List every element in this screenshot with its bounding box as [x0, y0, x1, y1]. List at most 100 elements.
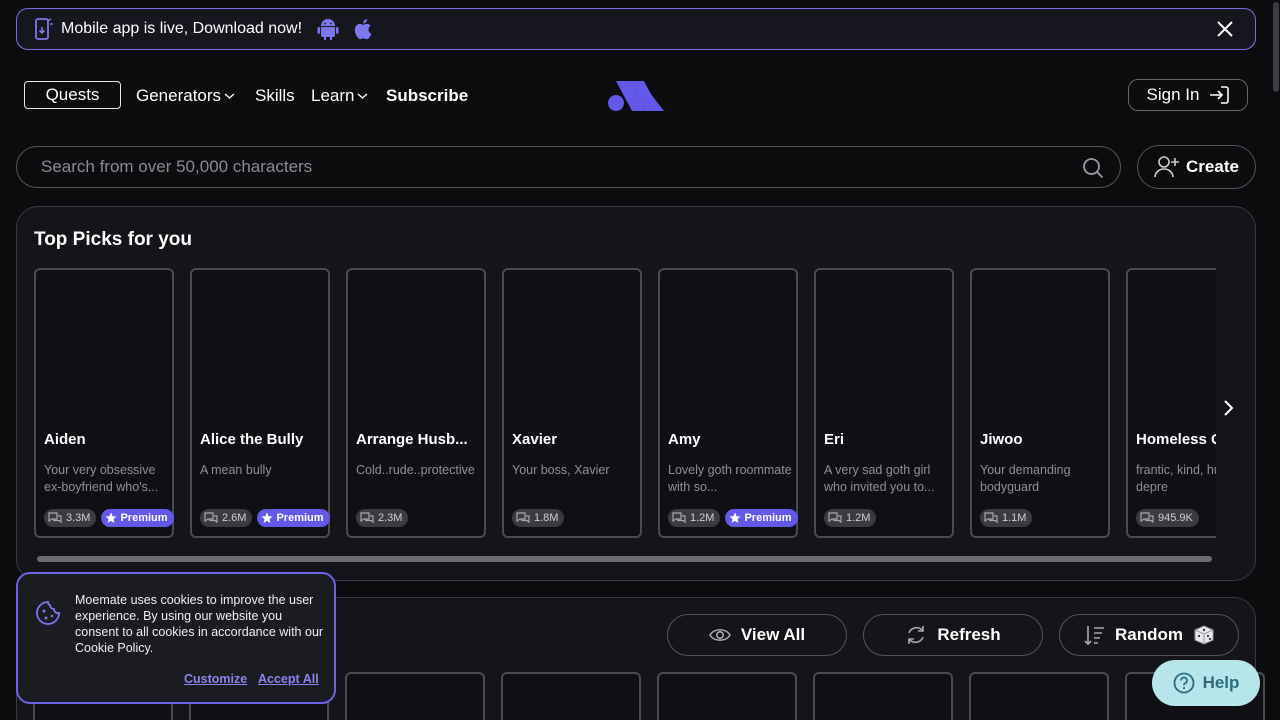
character-card[interactable] [345, 672, 485, 720]
character-carousel: Aiden Your very obsessive ex-boyfriend w… [34, 268, 1216, 538]
premium-badge: Premium [101, 509, 174, 527]
chat-count: 3.3M [66, 512, 91, 524]
cookie-text: Moemate uses cookies to improve the user… [75, 593, 324, 655]
chat-count-badge: 945.9K [1136, 509, 1199, 527]
character-card[interactable]: Aiden Your very obsessive ex-boyfriend w… [34, 268, 174, 538]
help-button[interactable]: Help [1152, 660, 1260, 706]
search-input[interactable] [41, 157, 1096, 177]
character-card[interactable]: Eri A very sad goth girl who invited you… [814, 268, 954, 538]
chat-count: 2.6M [222, 512, 247, 524]
character-name: Amy [668, 431, 701, 448]
chat-count-badge: 1.8M [512, 509, 565, 527]
character-desc: A very sad goth girl who invited you to.… [824, 463, 935, 494]
character-card[interactable] [501, 672, 641, 720]
character-card[interactable]: Jiwoo Your demanding bodyguard 1.1M [970, 268, 1110, 538]
random-button[interactable]: Random [1059, 614, 1239, 656]
search-bar [16, 146, 1121, 188]
premium-badge: Premium [725, 509, 798, 527]
scrollbar-thumb[interactable] [1273, 2, 1279, 92]
carousel-scrollbar[interactable] [37, 556, 1212, 562]
sign-in-label: Sign In [1146, 85, 1200, 104]
character-name: Aiden [44, 431, 86, 448]
page-scrollbar[interactable] [1272, 0, 1280, 720]
character-desc: A mean bully [200, 463, 272, 477]
search-icon[interactable] [1082, 157, 1104, 179]
chat-count: 1.1M [1002, 512, 1027, 524]
character-name: Arrange Husb... [356, 431, 468, 448]
premium-label: Premium [276, 512, 324, 524]
chat-count: 2.3M [378, 512, 403, 524]
character-card[interactable] [813, 672, 953, 720]
view-all-button[interactable]: View All [667, 614, 847, 656]
character-name: Homeless G [1136, 431, 1216, 448]
character-card[interactable]: Arrange Husb... Cold..rude..protective 2… [346, 268, 486, 538]
character-card[interactable] [657, 672, 797, 720]
customize-link[interactable]: Customize [184, 672, 247, 686]
character-card[interactable]: Alice the Bully A mean bully 2.6M Premiu… [190, 268, 330, 538]
character-desc: frantic, kind, humble, depre [1136, 463, 1216, 494]
chat-count: 1.8M [534, 512, 559, 524]
chat-icon [1140, 512, 1154, 524]
chat-icon [516, 512, 530, 524]
chevron-down-icon [358, 93, 368, 99]
moemate-logo[interactable] [608, 79, 664, 111]
character-desc: Your boss, Xavier [512, 463, 610, 477]
chat-count-badge: 1.2M [824, 509, 877, 527]
view-all-label: View All [740, 625, 806, 644]
generators-label: Generators [136, 86, 222, 105]
section-title: Top Picks for you [34, 229, 193, 250]
chat-count-badge: 3.3M [44, 509, 97, 527]
premium-label: Premium [744, 512, 792, 524]
refresh-label: Refresh [937, 625, 1001, 644]
character-desc: Cold..rude..protective [356, 463, 475, 477]
chat-icon [672, 512, 686, 524]
chevron-down-icon [224, 93, 235, 99]
skills-link[interactable]: Skills [255, 86, 295, 106]
character-card[interactable]: Amy Lovely goth roommate with so... 1.2M… [658, 268, 798, 538]
sort-icon [1084, 626, 1104, 646]
cookie-consent: Moemate uses cookies to improve the user… [16, 572, 336, 704]
help-icon [1173, 672, 1194, 694]
apple-icon[interactable] [352, 17, 376, 41]
create-button[interactable]: Create [1137, 145, 1256, 189]
app-download-banner: Mobile app is live, Download now! [16, 8, 1256, 50]
subscribe-link[interactable]: Subscribe [386, 86, 468, 106]
chat-count-badge: 2.6M [200, 509, 253, 527]
learn-label: Learn [311, 86, 355, 105]
character-card[interactable]: Homeless G frantic, kind, humble, depre … [1126, 268, 1216, 538]
banner-text: Mobile app is live, Download now! [61, 20, 303, 37]
character-desc: Your very obsessive ex-boyfriend who's..… [44, 463, 159, 494]
premium-badge: Premium [257, 509, 330, 527]
character-name: Jiwoo [980, 431, 1023, 448]
learn-menu[interactable]: Learn [311, 86, 368, 106]
close-icon[interactable] [1215, 19, 1235, 39]
chat-count-badge: 1.1M [980, 509, 1033, 527]
star-icon [105, 512, 117, 523]
top-picks-panel: Top Picks for you Aiden Your very obsess… [16, 206, 1256, 581]
character-desc: Lovely goth roommate with so... [668, 463, 792, 494]
sign-in-button[interactable]: Sign In [1128, 79, 1248, 111]
chat-icon [48, 512, 62, 524]
create-label: Create [1186, 157, 1239, 176]
chat-count: 945.9K [1158, 512, 1193, 524]
quests-button[interactable]: Quests [24, 81, 121, 109]
generators-menu[interactable]: Generators [136, 86, 235, 106]
cookie-icon [36, 601, 60, 625]
chevron-right-icon[interactable] [1218, 398, 1238, 418]
chat-count-badge: 1.2M [668, 509, 721, 527]
character-desc: Your demanding bodyguard [980, 463, 1071, 494]
character-name: Alice the Bully [200, 431, 304, 448]
dice-icon [1194, 625, 1214, 645]
character-card[interactable]: Xavier Your boss, Xavier 1.8M [502, 268, 642, 538]
character-card[interactable] [969, 672, 1109, 720]
refresh-button[interactable]: Refresh [863, 614, 1043, 656]
accept-all-link[interactable]: Accept All [258, 672, 319, 686]
phone-icon [35, 18, 53, 40]
chat-icon [984, 512, 998, 524]
chat-count: 1.2M [690, 512, 715, 524]
android-icon[interactable] [316, 17, 340, 41]
refresh-icon [908, 626, 925, 644]
eye-icon [708, 628, 731, 642]
character-name: Eri [824, 431, 845, 448]
add-user-icon [1154, 156, 1180, 178]
